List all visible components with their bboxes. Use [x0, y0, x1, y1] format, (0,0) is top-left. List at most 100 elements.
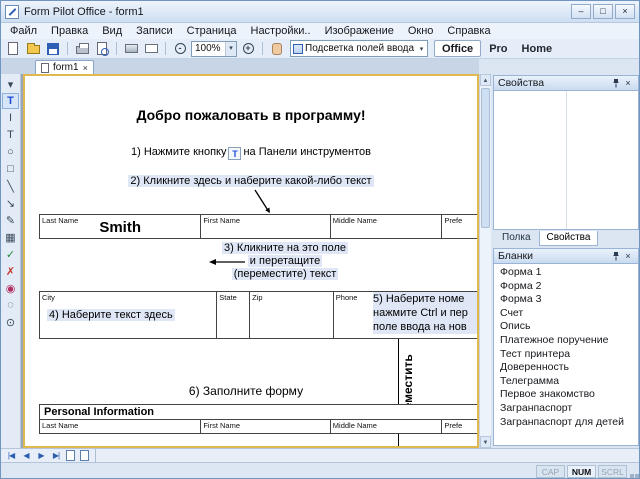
step5-text[interactable]: 5) Наберите номе нажмите Ctrl и пер поле…: [373, 292, 479, 334]
save-button[interactable]: [44, 40, 62, 57]
list-item[interactable]: Загранпаспорт: [494, 402, 638, 416]
list-item[interactable]: Форма 1: [494, 266, 638, 280]
maximize-button[interactable]: □: [593, 4, 613, 19]
fill-text-tool-icon[interactable]: T: [2, 93, 19, 109]
field-prefix-2[interactable]: Prefe: [442, 420, 479, 433]
tab-properties[interactable]: Свойства: [539, 231, 599, 246]
close-button[interactable]: ×: [615, 4, 635, 19]
stamp-tool-icon[interactable]: ◉: [2, 280, 19, 296]
field-cursor-tool-icon[interactable]: I: [2, 110, 19, 126]
menu-records[interactable]: Записи: [129, 24, 180, 38]
list-item[interactable]: Форма 2: [494, 280, 638, 294]
eraser-tool-icon[interactable]: ◌: [2, 297, 19, 313]
field-prefix[interactable]: Prefe: [442, 215, 479, 238]
ellipse-tool-icon[interactable]: ○: [2, 144, 19, 160]
menu-view[interactable]: Вид: [95, 24, 129, 38]
print-preview-button[interactable]: [93, 40, 111, 57]
field-first-name[interactable]: First Name: [201, 215, 330, 238]
scan-button[interactable]: [122, 40, 140, 57]
document-icon: [41, 63, 49, 73]
previous-record-button[interactable]: ◀: [19, 451, 33, 460]
collapse-icon[interactable]: ▾: [2, 76, 19, 92]
menu-edit[interactable]: Правка: [44, 24, 95, 38]
field-middle-name[interactable]: Middle Name: [331, 215, 443, 238]
tab-shelf[interactable]: Полка: [495, 231, 538, 246]
name-fields-row: Last Name Smith First Name Middle Name P…: [39, 214, 479, 239]
menu-window[interactable]: Окно: [401, 24, 441, 38]
field-state[interactable]: State: [217, 292, 250, 338]
zoom-in-button[interactable]: +: [239, 40, 257, 57]
pin-icon[interactable]: [610, 79, 622, 88]
step4-text[interactable]: 4) Наберите текст здесь: [47, 309, 175, 321]
toolbar-separator: [95, 449, 96, 462]
chevron-down-icon[interactable]: ▾: [225, 42, 236, 56]
field-highlight-icon: [293, 44, 303, 54]
check-tool-icon[interactable]: ✓: [2, 246, 19, 262]
zoom-out-button[interactable]: -: [171, 40, 189, 57]
field-zip[interactable]: Zip: [250, 292, 334, 338]
menu-file[interactable]: Файл: [3, 24, 44, 38]
pencil-tool-icon[interactable]: ✎: [2, 212, 19, 228]
field-last-name[interactable]: Last Name Smith: [40, 215, 201, 238]
scrollbar-thumb[interactable]: [481, 88, 490, 228]
line-tool-icon[interactable]: ╲: [2, 178, 19, 194]
pan-button[interactable]: [268, 40, 286, 57]
next-record-button[interactable]: ▶: [34, 451, 48, 460]
tab-close-icon[interactable]: ×: [83, 63, 88, 73]
scroll-down-icon[interactable]: ▼: [480, 436, 491, 448]
edition-pro-button[interactable]: Pro: [483, 43, 513, 55]
new-record-icon[interactable]: [66, 450, 75, 461]
print-button[interactable]: [73, 40, 91, 57]
record-list-icon[interactable]: [80, 450, 89, 461]
list-item[interactable]: Форма 3: [494, 293, 638, 307]
chevron-down-icon[interactable]: ▾: [416, 45, 427, 53]
minimize-button[interactable]: –: [571, 4, 591, 19]
cross-tool-icon[interactable]: ✗: [2, 263, 19, 279]
open-button[interactable]: [24, 40, 42, 57]
list-item[interactable]: Счет: [494, 307, 638, 321]
list-item[interactable]: Опись: [494, 320, 638, 334]
properties-panel-header[interactable]: Свойства ×: [493, 75, 639, 91]
edition-home-button[interactable]: Home: [516, 43, 559, 55]
image-tool-icon[interactable]: ▦: [2, 229, 19, 245]
field-middle-name-2[interactable]: Middle Name: [331, 420, 443, 433]
title-bar[interactable]: Form Pilot Office - form1 – □ ×: [1, 1, 639, 23]
pin-icon[interactable]: [610, 252, 622, 261]
send-mail-button[interactable]: [142, 40, 160, 57]
highlight-fields-control[interactable]: Подсветка полей ввода ▾: [290, 40, 428, 57]
step3-text[interactable]: 3) Кликните на это поле и перетащите (пе…: [145, 242, 425, 281]
text-box-tool-icon[interactable]: T: [2, 127, 19, 143]
blanks-panel-header[interactable]: Бланки ×: [493, 248, 639, 264]
close-panel-icon[interactable]: ×: [622, 251, 634, 261]
highlight-fields-label: Подсветка полей ввода: [305, 43, 414, 54]
list-item[interactable]: Первое знакомство: [494, 388, 638, 402]
menu-image[interactable]: Изображение: [318, 24, 401, 38]
field-last-name-2[interactable]: Last Name: [40, 420, 201, 433]
zoom-value: 100%: [195, 43, 221, 54]
last-record-button[interactable]: ▶|: [49, 451, 63, 460]
menu-page[interactable]: Страница: [180, 24, 244, 38]
list-item[interactable]: Загранпаспорт для детей: [494, 416, 638, 430]
field-first-name-2[interactable]: First Name: [201, 420, 330, 433]
edition-office-button[interactable]: Office: [434, 40, 481, 57]
list-item[interactable]: Телеграмма: [494, 375, 638, 389]
list-item[interactable]: Тест принтера: [494, 348, 638, 362]
scroll-up-icon[interactable]: ▲: [480, 74, 491, 86]
tab-form1[interactable]: form1 ×: [35, 60, 94, 74]
zoom-select[interactable]: 100% ▾: [191, 41, 237, 57]
first-record-button[interactable]: |◀: [4, 451, 18, 460]
list-item[interactable]: Платежное поручение: [494, 334, 638, 348]
new-document-button[interactable]: [4, 40, 22, 57]
document-canvas[interactable]: Добро пожаловать в программу! 1) Нажмите…: [23, 74, 479, 448]
menu-settings[interactable]: Настройки..: [244, 24, 318, 38]
arrow-tool-icon[interactable]: ↘: [2, 195, 19, 211]
filled-text-smith[interactable]: Smith: [40, 219, 200, 236]
rectangle-tool-icon[interactable]: □: [2, 161, 19, 177]
zoom-tool-icon[interactable]: ⊙: [2, 314, 19, 330]
resize-grip[interactable]: [635, 474, 639, 478]
close-panel-icon[interactable]: ×: [622, 78, 634, 88]
vertical-scrollbar[interactable]: ▲ ▼: [479, 74, 491, 448]
list-item[interactable]: Доверенность: [494, 361, 638, 375]
menu-help[interactable]: Справка: [440, 24, 497, 38]
properties-grid[interactable]: [493, 91, 639, 230]
